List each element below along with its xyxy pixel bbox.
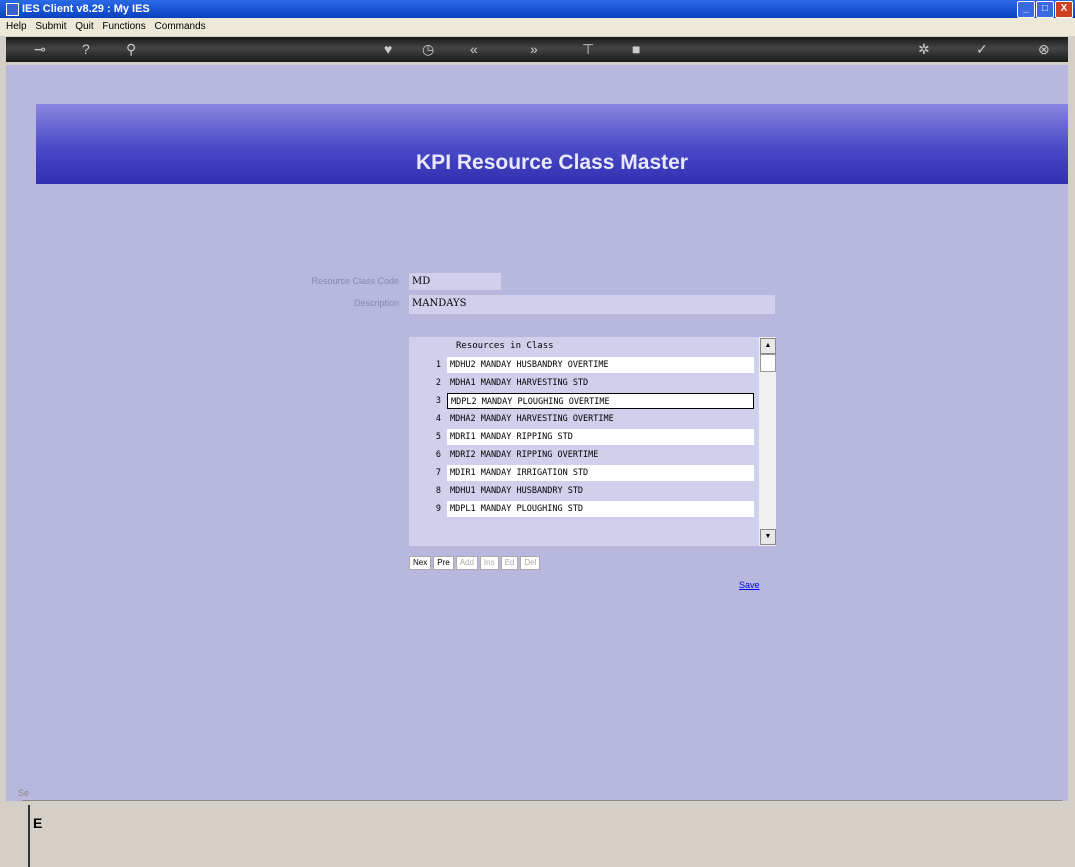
close-button[interactable]: X [1055, 1, 1073, 18]
key-icon[interactable]: ⊸ [34, 41, 46, 57]
header-banner: KPI Resource Class Master [36, 104, 1068, 184]
row-cell[interactable]: MDRI1 MANDAY RIPPING STD [447, 429, 754, 445]
add-button[interactable]: Add [455, 556, 478, 570]
row-text: MDHU1 MANDAY HUSBANDRY STD [450, 486, 584, 496]
page-title: KPI Resource Class Master [416, 151, 688, 174]
client-area: KPI Resource Class Master Resource Class… [6, 65, 1068, 867]
row-cell[interactable]: MDPL1 MANDAY PLOUGHING STD [447, 501, 754, 517]
menu-bar: Help Submit Quit Functions Commands [0, 18, 1075, 36]
menu-quit[interactable]: Quit [75, 21, 93, 32]
side-divider [28, 805, 30, 867]
table-row[interactable]: 8 MDHU1 MANDAY HUSBANDRY STD [409, 483, 758, 499]
edit-button[interactable]: Ed [500, 556, 519, 570]
app-icon [6, 3, 19, 16]
side-select-label: Se [18, 788, 30, 798]
table-row[interactable]: 6 MDRI2 MANDAY RIPPING OVERTIME [409, 447, 758, 463]
row-text: MDIR1 MANDAY IRRIGATION STD [450, 468, 589, 478]
menu-commands[interactable]: Commands [155, 21, 206, 32]
table-row[interactable]: 7 MDIR1 MANDAY IRRIGATION STD [409, 465, 758, 481]
resources-grid: Resources in Class 1 MDHU2 MANDAY HUSBAN… [409, 337, 776, 546]
table-row[interactable]: 2 MDHA1 MANDAY HARVESTING STD [409, 375, 758, 391]
row-number: 5 [435, 432, 441, 442]
close-icon[interactable]: ⊗ [1038, 41, 1050, 57]
table-row[interactable]: 4 MDHA2 MANDAY HARVESTING OVERTIME [409, 411, 758, 427]
clock-icon[interactable]: ◷ [422, 41, 434, 57]
search-icon[interactable]: ⚲ [126, 41, 136, 57]
row-cell[interactable]: MDIR1 MANDAY IRRIGATION STD [447, 465, 754, 481]
scroll-thumb[interactable] [760, 354, 776, 372]
window-titlebar: IES Client v8.29 : My IES _ □ X [0, 0, 1075, 18]
menu-submit[interactable]: Submit [35, 21, 66, 32]
grid-header: Resources in Class [456, 341, 554, 351]
resource-class-code-field[interactable]: MD [409, 273, 501, 290]
description-label: Description [353, 298, 399, 308]
bottom-divider [22, 800, 1062, 801]
row-cell[interactable]: MDHU1 MANDAY HUSBANDRY STD [447, 483, 754, 499]
next-button[interactable]: Nex [409, 556, 432, 570]
row-number: 1 [435, 360, 441, 370]
delete-button[interactable]: Del [520, 556, 541, 570]
row-cell[interactable]: MDPL2 MANDAY PLOUGHING OVERTIME [447, 393, 754, 409]
forward-icon[interactable]: » [530, 41, 538, 57]
minimize-button[interactable]: _ [1017, 1, 1035, 18]
menu-help[interactable]: Help [6, 21, 27, 32]
window-title: IES Client v8.29 : My IES [22, 3, 150, 15]
toolbar: ⊸ ? ⚲ ♥ ◷ « » ⊤ ■ ✲ ✓ ⊗ [6, 37, 1068, 62]
row-text: MDRI1 MANDAY RIPPING STD [450, 432, 573, 442]
row-text: MDHU2 MANDAY HUSBANDRY OVERTIME [450, 360, 609, 370]
filter-icon[interactable]: ⊤ [582, 41, 594, 57]
stop-icon[interactable]: ■ [632, 41, 640, 57]
table-row[interactable]: 1 MDHU2 MANDAY HUSBANDRY OVERTIME [409, 357, 758, 373]
row-number: 8 [435, 486, 441, 496]
row-number: 9 [435, 504, 441, 514]
row-text: MDPL1 MANDAY PLOUGHING STD [450, 504, 584, 514]
menu-functions[interactable]: Functions [102, 21, 145, 32]
row-cell[interactable]: MDHA1 MANDAY HARVESTING STD [447, 375, 754, 391]
row-text: MDHA2 MANDAY HARVESTING OVERTIME [450, 414, 614, 424]
table-row[interactable]: 5 MDRI1 MANDAY RIPPING STD [409, 429, 758, 445]
scroll-up-icon[interactable]: ▲ [760, 338, 776, 354]
description-field[interactable]: MANDAYS [409, 295, 775, 314]
previous-button[interactable]: Pre [433, 556, 454, 570]
row-cell[interactable]: MDHA2 MANDAY HARVESTING OVERTIME [447, 411, 754, 427]
check-icon[interactable]: ✓ [976, 41, 988, 57]
table-row[interactable]: 9 MDPL1 MANDAY PLOUGHING STD [409, 501, 758, 517]
row-number: 2 [435, 378, 441, 388]
row-text: MDRI2 MANDAY RIPPING OVERTIME [450, 450, 599, 460]
back-icon[interactable]: « [470, 41, 478, 57]
save-link[interactable]: Save [739, 580, 760, 590]
grid-scrollbar[interactable]: ▲ ▼ [759, 337, 776, 546]
row-cell[interactable]: MDRI2 MANDAY RIPPING OVERTIME [447, 447, 754, 463]
row-number: 4 [435, 414, 441, 424]
heart-icon[interactable]: ♥ [384, 41, 392, 57]
help-icon[interactable]: ? [82, 41, 90, 57]
row-number: 6 [435, 450, 441, 460]
resource-class-code-label: Resource Class Code [311, 276, 399, 286]
scroll-down-icon[interactable]: ▼ [760, 529, 776, 545]
row-number: 3 [435, 396, 441, 406]
side-e-label: E [33, 815, 43, 831]
maximize-button[interactable]: □ [1036, 1, 1054, 18]
row-cell[interactable]: MDHU2 MANDAY HUSBANDRY OVERTIME [447, 357, 754, 373]
table-row[interactable]: 3 MDPL2 MANDAY PLOUGHING OVERTIME [409, 393, 758, 409]
settings-icon[interactable]: ✲ [918, 41, 930, 57]
row-text: MDHA1 MANDAY HARVESTING STD [450, 378, 589, 388]
grid-button-row: Nex Pre Add Ins Ed Del [409, 556, 542, 570]
insert-button[interactable]: Ins [479, 556, 499, 570]
row-number: 7 [435, 468, 441, 478]
row-text: MDPL2 MANDAY PLOUGHING OVERTIME [451, 397, 610, 407]
